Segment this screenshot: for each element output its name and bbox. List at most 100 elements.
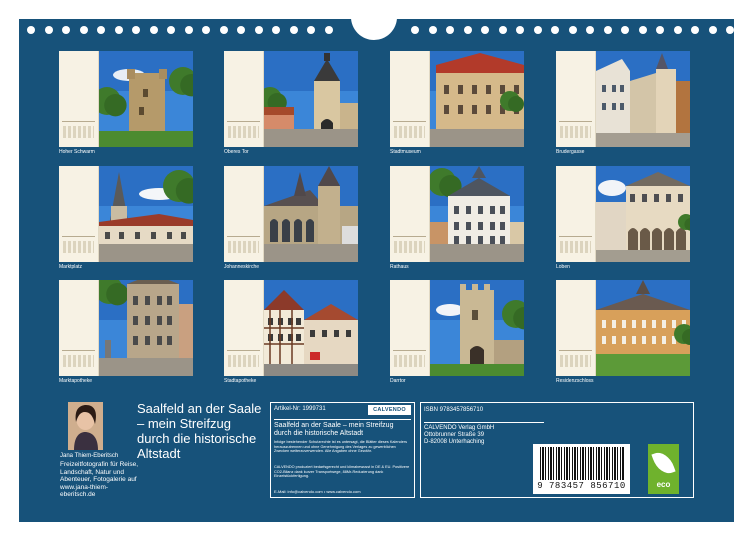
photo-caption: Hoher Schwarm [59,149,95,155]
binding-hole [498,26,507,34]
calendar-page [59,51,99,147]
binding-hole [132,26,140,34]
month-photo [430,51,524,147]
author-bio: Freizeitfotografin für Reise, Landschaft… [60,461,139,498]
month-tile: Hoher Schwarm [59,51,193,161]
calendar-page [224,166,264,262]
binding-hole [219,26,228,34]
calendar-page [556,280,596,376]
binding-hole [533,26,542,34]
month-photo [99,280,193,376]
binding-hole [446,26,454,34]
barcode-number: 9 783457 856710 [537,481,626,491]
binding-hole [516,26,524,34]
month-heading [62,350,95,352]
month-heading [62,121,95,123]
calvendo-logo: CALVENDO [368,405,411,415]
month-photo [430,166,524,262]
month-tile: Stadtapotheke [224,280,358,390]
month-heading [559,121,592,123]
publisher-box: ISBN 9783457856710 CALVENDO Verlag GmbH … [420,402,694,498]
month-tile: Marktplatz [59,166,193,276]
binding-hole [568,26,577,34]
photo-caption: Stadtmuseum [390,149,421,155]
month-photo [430,280,524,376]
info-title: Saalfeld an der Saale – mein Streifzug d… [274,419,411,438]
legal-notice: Infolge bestehender Schutzrechte ist es … [274,440,407,453]
calendar-page [556,51,596,147]
binding-hole [428,26,437,34]
binding-hole [97,26,105,34]
month-photo [99,51,193,147]
month-photo [264,280,358,376]
binding-hole [708,26,717,34]
month-heading [62,236,95,238]
calendar-title: Saalfeld an der Saale – mein Streifzug d… [137,401,262,461]
eco-badge: eco [648,444,679,494]
binding-hole [62,26,70,34]
month-frame [59,166,193,262]
calendar-page [224,280,264,376]
binding-hole [237,26,245,34]
month-frame [59,51,193,147]
binding-hole [272,26,280,34]
binding-hole [307,26,315,34]
barcode-bars [540,447,624,480]
photo-caption: Residenzschloss [556,378,594,384]
photo-caption: Loben [556,264,570,270]
day-grid [63,355,94,367]
photo-caption: Rathaus [390,264,409,270]
binding-hole [254,26,263,34]
calendar-page [59,280,99,376]
month-tile: Residenzschloss [556,280,690,390]
month-photo [596,51,690,147]
month-frame [556,51,690,147]
month-frame [224,166,358,262]
calendar-page [390,280,430,376]
month-frame [390,166,524,262]
month-frame [224,280,358,376]
calendar-page [390,166,430,262]
month-heading [393,236,426,238]
binding-hole [114,26,123,34]
month-photo [596,280,690,376]
binding-hole [79,26,88,34]
photo-caption: Johanneskirche [224,264,260,270]
day-grid [560,355,591,367]
binding-hole [551,26,559,34]
day-grid [228,355,259,367]
contact-line: E-Mail: info@calvendo.com • www.calvendo… [274,489,361,494]
publisher-address: CALVENDO Verlag GmbH Ottobrunner Straße … [424,422,544,446]
binding-hole [656,26,664,34]
binding-hole [603,26,612,34]
month-photo [264,166,358,262]
binding-hole [638,26,647,34]
month-heading [227,121,260,123]
month-frame [390,51,524,147]
day-grid [63,241,94,253]
binding-hole [184,26,193,34]
binding-hole [202,26,210,34]
photo-caption: Marktapotheke [59,378,93,384]
month-frame [224,51,358,147]
article-number: Artikel-Nr: 1999731 [274,406,326,412]
leaf-icon [651,448,676,478]
day-grid [63,126,94,138]
photo-caption: Stadtapotheke [224,378,257,384]
binding-hole [481,26,489,34]
barcode: 9 783457 856710 [533,444,630,494]
month-photo [264,51,358,147]
binding-hole [149,26,158,34]
month-heading [227,236,260,238]
product-info-box: Artikel-Nr: 1999731 CALVENDO Saalfeld an… [270,402,415,498]
eco-label: eco [656,480,671,489]
photo-caption: Oberes Tor [224,149,249,155]
month-heading [559,350,592,352]
day-grid [394,355,425,367]
month-tile: Oberes Tor [224,51,358,161]
month-frame [556,280,690,376]
photo-caption: Darrtor [390,378,406,384]
binding-hole [673,26,682,34]
month-heading [227,350,260,352]
month-frame [59,280,193,376]
